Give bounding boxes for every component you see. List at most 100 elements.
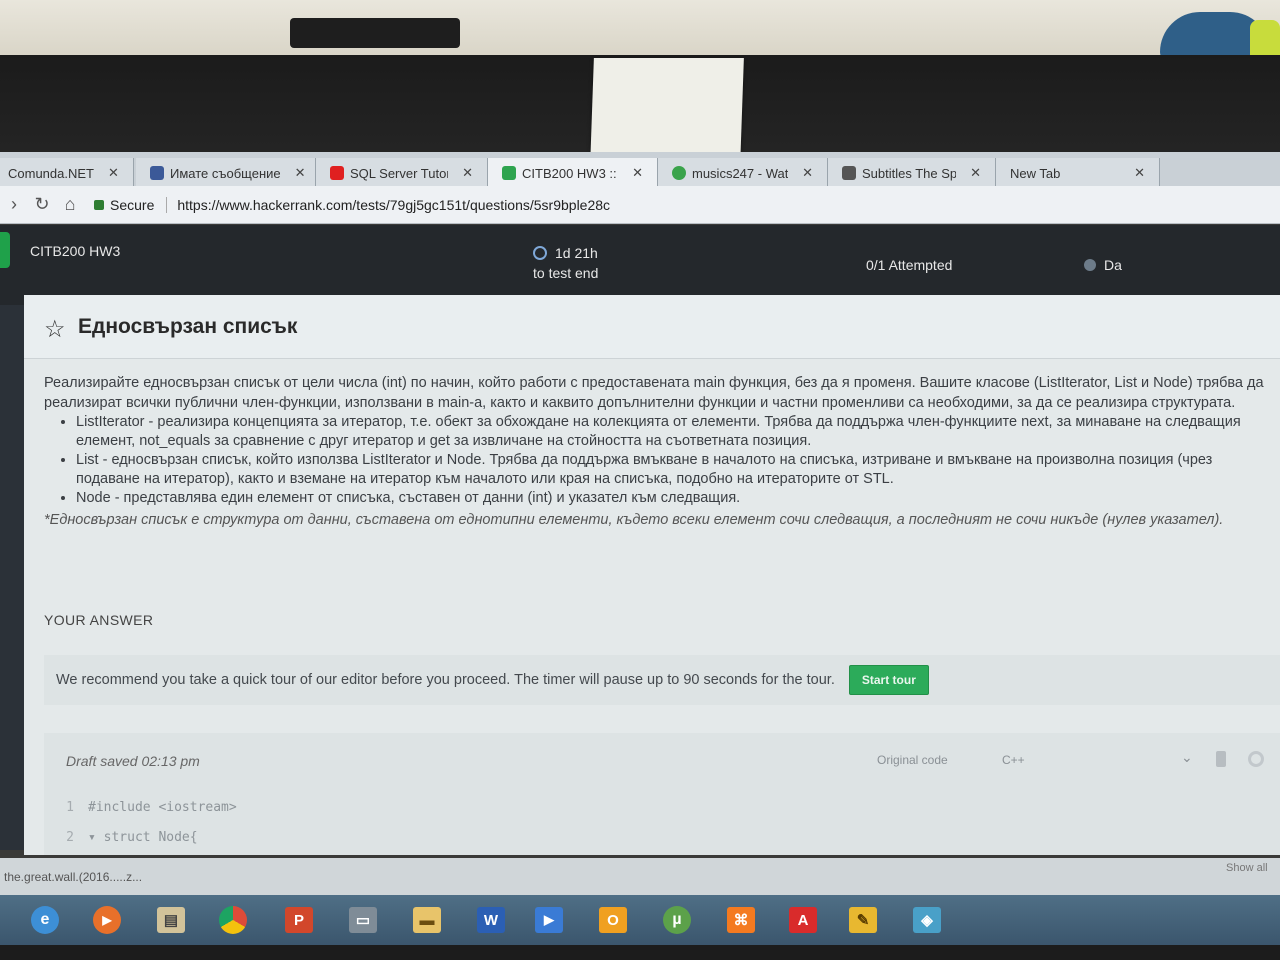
timer-value: 1d 21h [555,245,598,261]
desk-edge [0,945,1280,960]
line-number: 2 [66,830,74,845]
code-line: 1 #include <iostream> [44,793,1280,823]
tab-youtube[interactable]: SQL Server Tutorial ✕ [316,158,488,188]
tab-comunda[interactable]: Comunda.NET ✕ [0,158,134,188]
code-text: ▾ struct Node{ [88,830,198,845]
user-name: Da [1104,257,1122,273]
close-icon[interactable]: ✕ [802,165,813,181]
chevron-down-icon[interactable]: ⌄ [1181,749,1193,766]
reload-icon[interactable]: ↻ [28,194,56,215]
timer-caption: to test end [533,265,599,281]
show-all-link[interactable]: Show all [1226,862,1268,874]
close-icon[interactable]: ✕ [632,165,643,181]
tour-text: We recommend you take a quick tour of ou… [56,672,835,688]
tab-label: Subtitles The Space [862,165,957,181]
close-icon[interactable]: ✕ [108,165,119,181]
outlook-icon[interactable]: O [590,901,636,939]
facebook-icon [150,166,164,180]
tab-label: CITB200 HW3 :: pov [522,165,618,181]
user-icon [1084,259,1096,271]
media-player-icon[interactable]: ▶ [84,901,130,939]
line-number: 1 [66,800,74,815]
hackerrank-icon [502,166,516,180]
address-bar: › ↻ ⌂ Secure https://www.hackerrank.com/… [0,186,1280,224]
home-icon[interactable]: ⌂ [56,194,84,215]
code-editor: Draft saved 02:13 pm Original code C++ ⌄… [44,733,1280,855]
folder-icon[interactable]: ▬ [404,901,450,939]
utorrent-icon[interactable]: µ [654,901,700,939]
list-item: List - едносвързан списък, който използв… [76,451,1274,489]
code-text: #include <iostream> [88,800,237,815]
powerpoint-icon[interactable]: P [276,901,322,939]
download-bar: the.great.wall.(2016.....z... Show all [0,858,1280,896]
paper-note [590,58,744,166]
attempted-count[interactable]: 0/1 Attempted [866,257,952,273]
close-icon[interactable]: ✕ [462,165,473,181]
tab-label: Comunda.NET [8,165,94,181]
answer-heading: YOUR ANSWER [44,612,154,628]
test-header: CITB200 HW3 1d 21h to test end 0/1 Attem… [0,225,1280,305]
fullscreen-icon[interactable] [1216,751,1226,767]
tour-banner: We recommend you take a quick tour of ou… [44,655,1280,705]
question-title: Едносвързан списък [78,315,298,338]
language-select[interactable]: C++ [1002,753,1025,767]
class-list: ListIterator - реализира концепцията за … [76,413,1274,508]
close-icon[interactable]: ✕ [1134,165,1145,181]
original-code-link[interactable]: Original code [877,753,948,767]
code-line: 2 ▾ struct Node{ [44,823,1280,853]
left-gutter [0,305,24,850]
download-item[interactable]: the.great.wall.(2016.....z... [4,870,142,884]
tab-new[interactable]: New Tab ✕ [996,158,1160,188]
taskbar: e ▶ ▤ P ▭ ▬ W ▶ O µ ⌘ A ✎ ◈ [0,895,1280,945]
subtitles-icon [842,166,856,180]
media-icon[interactable]: ▶ [526,901,572,939]
lock-icon [94,199,104,210]
start-tour-button[interactable]: Start tour [848,665,929,695]
sidebar-toggle[interactable] [0,232,10,268]
youtube-icon [330,166,344,180]
chrome-icon[interactable] [210,901,256,939]
paint-icon[interactable]: ✎ [840,901,886,939]
close-icon[interactable]: ✕ [295,165,306,181]
tab-label: SQL Server Tutorial [350,165,448,181]
secure-indicator[interactable]: Secure [94,196,168,213]
tab-musics247[interactable]: musics247 - Watch ✕ [658,158,828,188]
gear-icon[interactable] [1248,751,1264,767]
star-icon[interactable]: ☆ [44,315,66,344]
test-name: CITB200 HW3 [30,243,121,259]
code-area[interactable]: 1 #include <iostream> 2 ▾ struct Node{ [44,793,1280,853]
usb-drive [290,18,460,48]
tab-label: New Tab [1010,165,1061,181]
question-description: Реализирайте едносвързан списък от цели … [44,373,1274,530]
tab-label: musics247 - Watch [692,165,789,181]
xampp-icon[interactable]: ⌘ [718,901,764,939]
network-icon[interactable]: ◈ [904,901,950,939]
word-icon[interactable]: W [468,901,514,939]
secure-label: Secure [110,196,155,213]
explorer-icon[interactable]: ▤ [148,901,194,939]
list-item: ListIterator - реализира концепцията за … [76,413,1274,451]
question-footnote: *Едносвързан списък е структура от данни… [44,512,1224,528]
question-intro: Реализирайте едносвързан списък от цели … [44,375,1264,411]
drive-icon[interactable]: ▭ [340,901,386,939]
clock-icon [533,246,547,260]
draft-status: Draft saved 02:13 pm [66,753,200,769]
close-icon[interactable]: ✕ [970,165,981,181]
photo-stage: Comunda.NET ✕ Имате съобщение ✕ SQL Serv… [0,0,1280,960]
tab-hackerrank[interactable]: CITB200 HW3 :: pov ✕ [488,158,658,188]
tab-label: Имате съобщение [170,165,281,181]
url-field[interactable]: https://www.hackerrank.com/tests/79gj5gc… [177,197,610,213]
browser-tab-bar: Comunda.NET ✕ Имате съобщение ✕ SQL Serv… [0,152,1280,188]
test-timer: 1d 21h to test end [533,243,598,283]
user-menu[interactable]: Da [1084,257,1122,273]
acrobat-icon[interactable]: A [780,901,826,939]
tab-facebook[interactable]: Имате съобщение ✕ [136,158,316,188]
question-header: ☆ Едносвързан списък [24,295,1280,359]
play-icon [672,166,686,180]
internet-explorer-icon[interactable]: e [22,901,68,939]
list-item: Node - представлява един елемент от спис… [76,489,1274,508]
tab-subtitles[interactable]: Subtitles The Space ✕ [828,158,996,188]
wall [0,0,1280,60]
forward-icon[interactable]: › [0,194,28,215]
question-panel: ☆ Едносвързан списък Реализирайте едносв… [24,295,1280,855]
